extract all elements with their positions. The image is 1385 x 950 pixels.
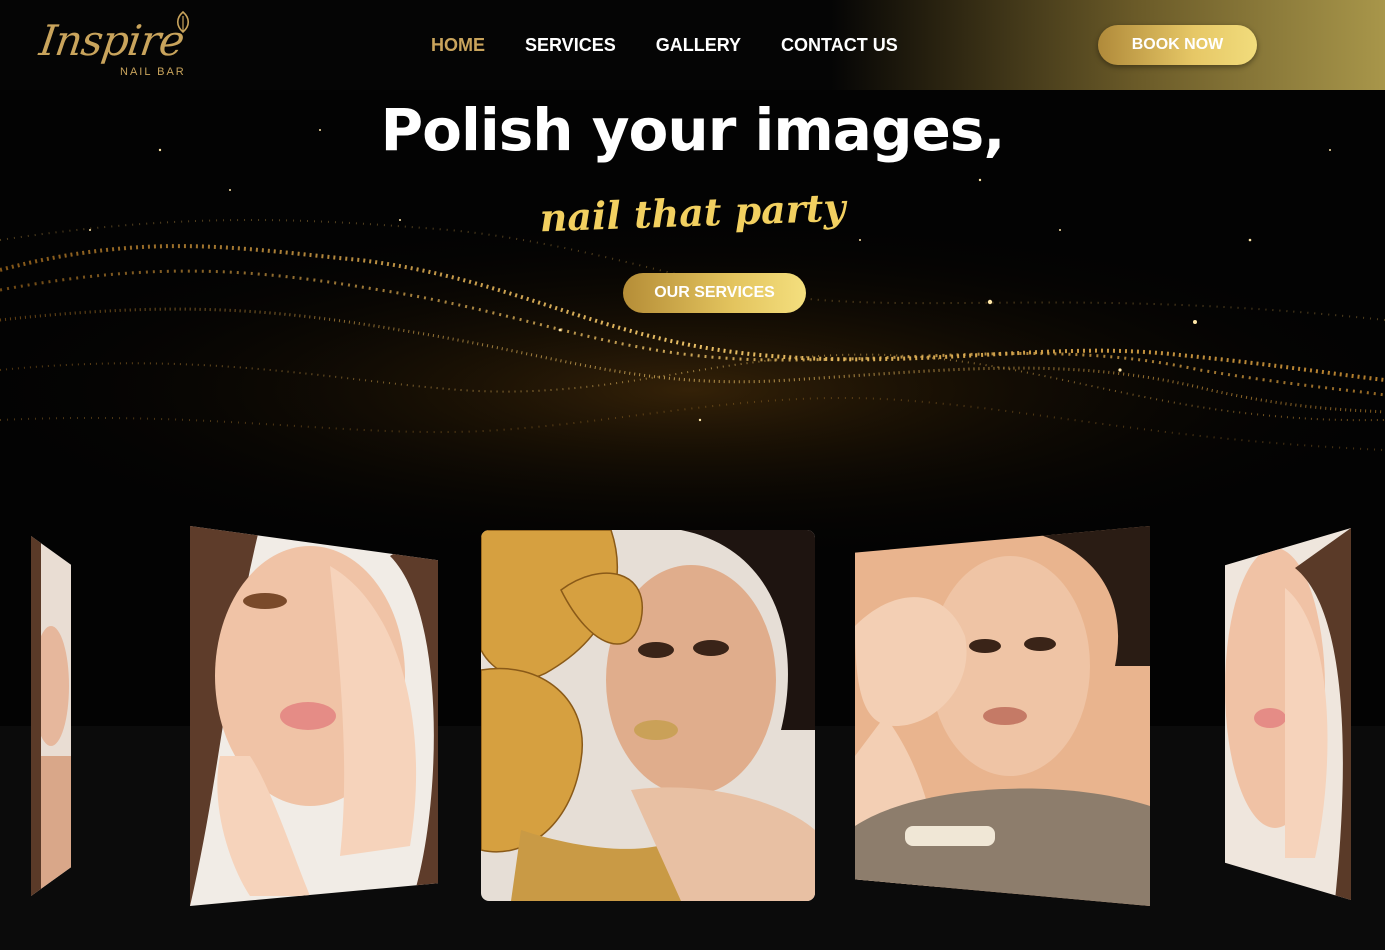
brand-name: Inspire <box>36 16 187 65</box>
main-nav: HOME SERVICES GALLERY CONTACT US <box>431 34 898 56</box>
woman-portrait-photo-icon <box>1225 528 1351 900</box>
gallery-carousel <box>0 520 1385 920</box>
brand-tagline: NAIL BAR <box>120 66 186 78</box>
our-services-button[interactable]: OUR SERVICES <box>623 273 806 313</box>
gallery-card-4[interactable] <box>855 526 1150 906</box>
woman-gold-nails-photo-icon <box>855 526 1150 906</box>
site-header: Inspire NAIL BAR HOME SERVICES GALLERY C… <box>0 0 1385 90</box>
gallery-card-3[interactable] <box>481 530 815 901</box>
leaf-icon <box>176 10 190 34</box>
book-now-button[interactable]: BOOK NOW <box>1098 25 1257 65</box>
nav-item-home[interactable]: HOME <box>431 34 485 56</box>
nav-item-contact[interactable]: CONTACT US <box>781 34 898 56</box>
nav-item-services[interactable]: SERVICES <box>525 34 616 56</box>
woman-gold-flowers-photo-icon <box>481 530 815 901</box>
gallery-card-1[interactable] <box>31 536 71 896</box>
brand-logo[interactable]: Inspire NAIL BAR <box>36 10 200 80</box>
nav-item-gallery[interactable]: GALLERY <box>656 34 741 56</box>
woman-portrait-photo-icon <box>190 526 438 906</box>
gallery-card-5[interactable] <box>1225 528 1351 900</box>
hero-title: Polish your images, <box>380 96 1006 164</box>
gallery-card-2[interactable] <box>190 526 438 906</box>
woman-portrait-photo-icon <box>31 536 71 896</box>
